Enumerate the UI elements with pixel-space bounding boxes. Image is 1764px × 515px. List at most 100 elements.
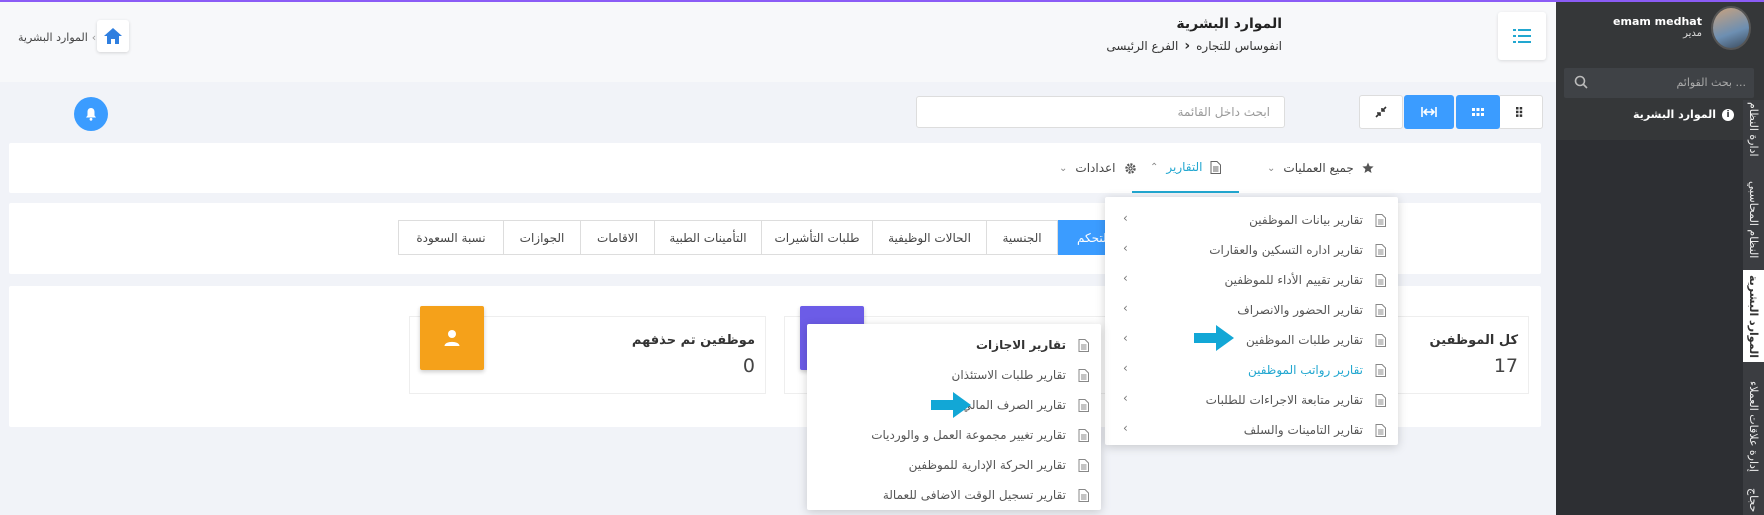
list-search-box[interactable] [916,96,1285,128]
reports-menu-item[interactable]: تقارير طلبات الموظفين [1246,325,1386,355]
document-icon [1078,338,1089,352]
tab-label: الجنسية [1002,230,1042,245]
home-breadcrumb-label: الموارد البشرية [18,31,88,44]
menu-item-label: تقارير تغيير مجموعة العمل و والورديات [871,428,1066,442]
nav-reports[interactable]: ⌃ التقارير [1132,143,1240,193]
list-menu-icon [1513,29,1531,43]
info-icon: i [1722,108,1734,121]
menu-item-label: تقارير متابعة الاجراءات للطلبات [1205,393,1363,407]
document-icon [1078,488,1089,502]
breadcrumb-branch[interactable]: الفرع الرئيسى [1106,39,1178,53]
chevron-up-icon: ⌃ [1150,161,1159,173]
tab-job-status[interactable]: الحالات الوظيفية [872,220,987,255]
sidebar-item-label: الموارد البشرية [1633,108,1716,121]
expand-width-button[interactable] [1404,95,1454,129]
menu-item-label: تقارير الحضور والانصراف [1237,303,1363,317]
bell-icon [86,108,96,121]
expand-horizontal-icon [1421,107,1437,117]
vtab-label: النظام المحاسبي [1747,181,1760,259]
requests-submenu-item[interactable]: تقارير تسجيل الوقت الاضافى للعمالة [883,480,1089,510]
document-icon [1375,273,1386,287]
menu-item-label: تقارير الصرف المالي [961,398,1066,412]
document-icon [1078,398,1089,412]
chevron-down-icon: ⌄ [1059,162,1068,174]
nav-label: التقارير [1166,160,1203,174]
vtab-label: الموارد البشرية [1747,274,1760,358]
list-search-input[interactable] [917,97,1284,127]
grid-icon [1472,107,1484,116]
vtab-accounting[interactable]: النظام المحاسبي [1743,175,1764,265]
chevron-left-icon: ‹ [1123,271,1128,285]
sidebar-search-input[interactable]: بحث القوائم ... [1564,68,1754,98]
nav-settings[interactable]: ⌄ اعدادات [1059,143,1137,193]
vtab-hajj[interactable]: حجاج [1743,485,1764,515]
menu-item-label: تقارير الحركة الإدارية للموظفين [908,458,1066,472]
home-breadcrumb[interactable]: الموارد البشرية ‹ [18,31,96,44]
chevron-left-icon: ‹ [1123,331,1128,345]
document-icon [1375,303,1386,317]
vtab-crm[interactable]: إدارة علاقات العملاء [1743,368,1764,484]
vtab-system-admin[interactable]: ادارة النظام [1743,100,1764,158]
nav-label: جميع العمليات [1283,161,1354,175]
grid-icon [1515,107,1522,117]
stat-label: موظفين تم حذفهم [631,333,755,348]
chevron-left-icon: ‹ [1123,361,1128,375]
user-icon-tile [420,306,484,370]
chevron-left-icon: ‹ [1123,421,1128,435]
requests-submenu-item[interactable]: تقارير الاجازات [976,330,1089,360]
breadcrumb-company[interactable]: انفوساس للتجاره [1196,39,1282,53]
stat-value: 0 [742,355,755,377]
reports-menu-item[interactable]: تقارير رواتب الموظفين [1248,355,1386,385]
reports-menu-item[interactable]: تقارير بيانات الموظفين [1249,205,1386,235]
sidebar-item-hr[interactable]: الموارد البشرية i [1633,108,1734,121]
nav-label: اعدادات [1075,161,1116,175]
grid-small-button[interactable] [1498,95,1543,129]
reports-menu-item[interactable]: تقارير تقييم الأداء للموظفين [1224,265,1386,295]
reports-menu-item[interactable]: تقارير متابعة الاجراءات للطلبات [1206,385,1386,415]
vtab-hr[interactable]: الموارد البشرية [1743,270,1764,362]
sidebar-search-placeholder: بحث القوائم ... [1676,76,1746,89]
tab-saudization[interactable]: نسبة السعودة [398,220,504,255]
document-icon [1375,333,1386,347]
tab-passports[interactable]: الجوازات [503,220,581,255]
avatar[interactable] [1711,6,1751,50]
operations-nav: ⌄ جميع العمليات ⌃ التقارير ⌄ اعدادات [9,143,1541,193]
tab-nationality[interactable]: الجنسية [986,220,1058,255]
requests-submenu-item[interactable]: تقارير الصرف المالي [962,390,1089,420]
user-icon [444,330,460,346]
menu-toggle-button[interactable] [1498,12,1546,60]
reports-dropdown: تقارير بيانات الموظفين ‹ تقارير اداره التس… [1105,197,1398,445]
reports-menu-item[interactable]: تقارير التامينات والسلف [1244,415,1386,445]
page-header: الموارد البشرية ‹ الموارد البشرية انفوسا… [0,2,1556,82]
menu-item-label: تقارير تقييم الأداء للموظفين [1224,273,1363,287]
requests-submenu-item[interactable]: تقارير طلبات الاستئذان [952,360,1089,390]
document-icon [1210,160,1222,174]
document-icon [1375,423,1386,437]
vtab-label: حجاج [1747,487,1760,513]
tab-residencies[interactable]: الاقامات [580,220,655,255]
document-icon [1375,363,1386,377]
chevron-left-icon: ‹ [1184,38,1191,54]
stat-value: 17 [1493,355,1518,377]
compress-button[interactable] [1359,95,1403,129]
requests-submenu-item[interactable]: تقارير الحركة الإدارية للموظفين [909,450,1089,480]
star-icon [1362,162,1374,173]
tab-visa-requests[interactable]: طلبات التأشيرات [761,220,873,255]
document-icon [1078,368,1089,382]
user-role: مدير [1683,28,1702,39]
reports-menu-item[interactable]: تقارير اداره التسكين والعقارات [1209,235,1386,265]
breadcrumb: انفوساس للتجاره ‹ الفرع الرئيسى [1106,38,1282,54]
tab-label: الحالات الوظيفية [888,230,971,245]
grid-view-button[interactable] [1456,95,1500,129]
right-sidebar: emam medhat مدير بحث القوائم ... الموارد… [1556,2,1764,515]
requests-submenu-item[interactable]: تقارير تغيير مجموعة العمل و والورديات [871,420,1089,450]
notifications-button[interactable] [74,97,108,131]
chevron-left-icon: ‹ [1123,391,1128,405]
reports-menu-item[interactable]: تقارير الحضور والانصراف [1237,295,1386,325]
nav-all-operations[interactable]: ⌄ جميع العمليات [1267,143,1374,193]
menu-item-label: تقارير بيانات الموظفين [1249,213,1363,227]
vtab-label: إدارة علاقات العملاء [1747,380,1760,472]
menu-item-label: تقارير طلبات الاستئذان [951,368,1066,382]
tab-medical-insurance[interactable]: التأمينات الطبية [654,220,762,255]
home-button[interactable] [97,20,129,52]
